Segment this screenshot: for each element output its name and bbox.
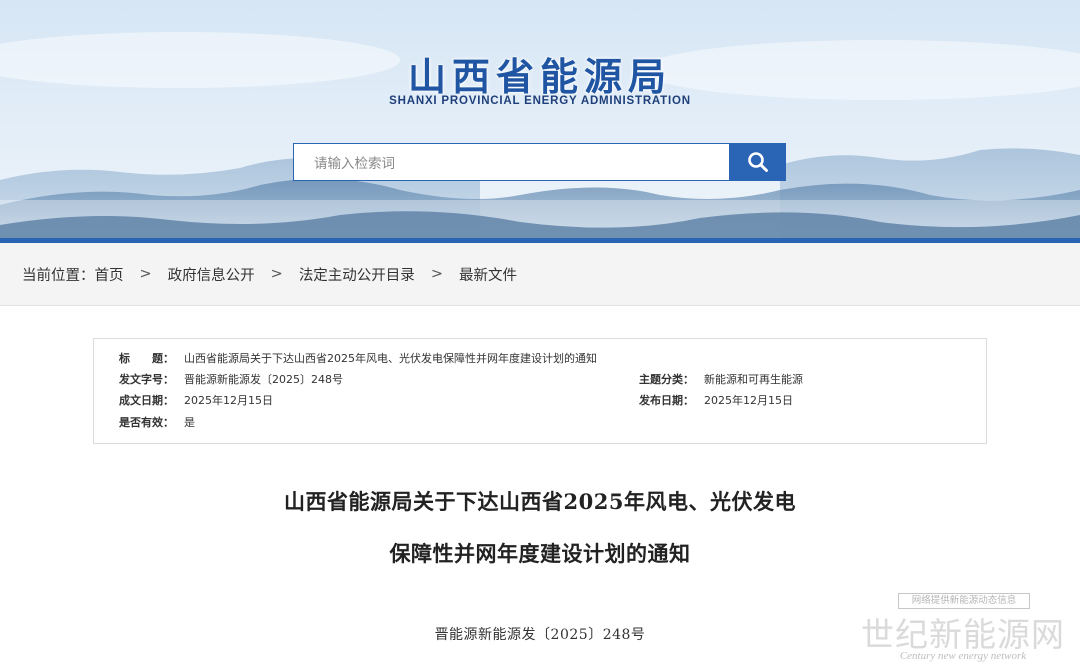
breadcrumb-label: 当前位置： (22, 267, 95, 284)
mountain-scenery (0, 0, 1080, 238)
meta-title-value: 山西省能源局关于下达山西省2025年风电、光伏发电保障性并网年度建设计划的通知 (184, 352, 597, 365)
document-meta-table: 标 题： 山西省能源局关于下达山西省2025年风电、光伏发电保障性并网年度建设计… (93, 338, 987, 444)
watermark-tagline: 网络提供新能源动态信息 (898, 593, 1030, 609)
article-doc-number: 晋能源新能源发〔2025〕248号 (434, 627, 646, 643)
meta-created-label: 成文日期： (119, 394, 174, 407)
site-logo-title[interactable]: 山西省能源局 (0, 46, 1080, 101)
breadcrumb: 当前位置： 首页 > 政府信息公开 > 法定主动公开目录 > 最新文件 (0, 243, 1080, 306)
meta-published-label: 发布日期： (639, 394, 694, 407)
meta-category-label: 主题分类： (639, 373, 694, 386)
meta-title-label: 标 题： (119, 352, 174, 365)
meta-row-title: 标 题： 山西省能源局关于下达山西省2025年风电、光伏发电保障性并网年度建设计… (94, 349, 986, 369)
breadcrumb-home-link[interactable]: 首页 (95, 264, 124, 285)
meta-row-docno: 发文字号： 晋能源新能源发〔2025〕248号 主题分类： 新能源和可再生能源 (94, 370, 986, 390)
meta-docno-label: 发文字号： (119, 373, 174, 386)
meta-row-dates: 成文日期： 2025年12月15日 发布日期： 2025年12月15日 (94, 391, 986, 411)
breadcrumb-gov-info-link[interactable]: 政府信息公开 (168, 264, 255, 285)
article-title-line-2: 保障性并网年度建设计划的通知 (389, 541, 691, 566)
breadcrumb-separator: > (430, 266, 443, 282)
meta-valid-value: 是 (184, 416, 195, 429)
meta-row-valid: 是否有效： 是 (94, 413, 986, 433)
breadcrumb-separator: > (139, 266, 152, 282)
meta-valid-label: 是否有效： (119, 416, 174, 429)
breadcrumb-catalog-link[interactable]: 法定主动公开目录 (299, 264, 415, 285)
watermark-english: Century new energy network (899, 650, 1027, 662)
search-button[interactable] (730, 143, 786, 181)
meta-category-value: 新能源和可再生能源 (704, 373, 803, 386)
breadcrumb-separator: > (270, 266, 283, 282)
site-logo-subtitle: SHANXI PROVINCIAL ENERGY ADMINISTRATION (389, 95, 691, 107)
article-title-line-1: 山西省能源局关于下达山西省2025年风电、光伏发电 (284, 489, 796, 514)
search-icon (748, 152, 768, 172)
search-input[interactable]: 请输入检索词 (293, 143, 730, 181)
breadcrumb-latest-files-link[interactable]: 最新文件 (459, 264, 517, 285)
meta-docno-value: 晋能源新能源发〔2025〕248号 (184, 373, 343, 386)
header-banner: 山西省能源局 SHANXI PROVINCIAL ENERGY ADMINIST… (0, 0, 1080, 238)
meta-created-value: 2025年12月15日 (184, 394, 273, 407)
meta-published-value: 2025年12月15日 (704, 394, 793, 407)
